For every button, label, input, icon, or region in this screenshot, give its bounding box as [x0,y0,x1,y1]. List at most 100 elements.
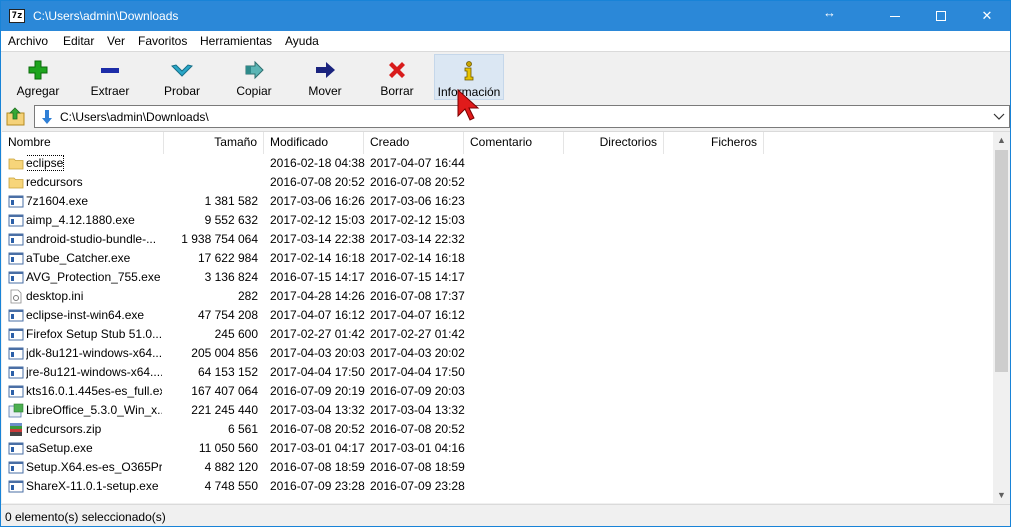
add-button[interactable]: Agregar [3,54,73,100]
file-size: 4 748 550 [204,479,258,493]
column-created[interactable]: Creado [364,132,464,154]
file-name: desktop.ini [26,289,84,303]
file-name: LibreOffice_5.3.0_Win_x... [26,403,162,417]
file-row[interactable]: Setup.X64.es-es_O365Pr... 4 882 120 2016-0… [2,458,994,477]
address-bar: C:\Users\admin\Downloads\ [1,104,1010,129]
scroll-thumb[interactable] [995,150,1008,372]
move-button[interactable]: Mover [290,54,360,100]
menu-herramientas[interactable]: Herramientas [200,34,272,48]
file-size: 6 561 [227,422,258,436]
file-row[interactable]: android-studio-bundle-... 1 938 754 064 20… [2,230,994,249]
file-name: android-studio-bundle-... [26,232,157,246]
file-name: Setup.X64.es-es_O365Pr... [26,460,162,474]
folder-icon [8,156,24,171]
maximize-button[interactable] [918,1,964,31]
extract-label: Extraer [90,84,130,98]
download-arrow-icon [42,110,52,124]
file-modified: 2017-04-07 16:12 [270,308,365,322]
file-size: 282 [237,289,258,303]
executable-icon [8,270,24,285]
file-created: 2017-02-12 15:03 [370,213,465,227]
file-modified: 2016-07-15 14:17 [270,270,365,284]
app-window: 7z C:\Users\admin\Downloads ↔ ✕ Archivo … [0,0,1011,527]
close-icon: ✕ [981,8,993,23]
file-size: 3 136 824 [204,270,258,284]
menu-ayuda[interactable]: Ayuda [285,34,319,48]
file-modified: 2017-03-14 22:38 [270,232,365,246]
add-label: Agregar [16,84,60,98]
path-input[interactable]: C:\Users\admin\Downloads\ [34,105,1010,128]
file-row[interactable]: Firefox Setup Stub 51.0.... 245 600 2017-0… [2,325,994,344]
column-modified[interactable]: Modificado [264,132,364,154]
status-text: 0 elemento(s) seleccionado(s) [5,510,166,524]
column-name[interactable]: Nombre [2,132,164,154]
minimize-button[interactable] [872,1,918,31]
file-modified: 2016-02-18 04:38 [270,156,365,170]
file-row[interactable]: jre-8u121-windows-x64.... 64 153 152 2017-… [2,363,994,382]
file-name: AVG_Protection_755.exe [26,270,161,284]
folder-icon [8,175,24,190]
file-modified: 2016-07-09 23:28 [270,479,365,493]
file-size [164,173,258,192]
file-row[interactable]: saSetup.exe 11 050 560 2017-03-01 04:17 201… [2,439,994,458]
file-modified: 2017-03-06 16:26 [270,194,365,208]
file-size: 221 245 440 [191,403,258,417]
copy-button[interactable]: Copiar [219,54,289,100]
folder-up-icon[interactable] [5,106,27,127]
file-modified: 2017-02-12 15:03 [270,213,365,227]
file-name: kts16.0.1.445es-es_full.exe [26,384,162,398]
file-row[interactable]: redcursors 2016-07-08 20:52 2016-07-08 20:… [2,173,994,192]
file-row[interactable]: eclipse 2016-02-18 04:38 2017-04-07 16:44 [2,154,994,173]
file-row[interactable]: jdk-8u121-windows-x64.... 205 004 856 2017… [2,344,994,363]
delete-button[interactable]: Borrar [362,54,432,100]
file-row[interactable]: AVG_Protection_755.exe 3 136 824 2016-07-1… [2,268,994,287]
file-modified: 2017-02-14 16:18 [270,251,365,265]
file-name: redcursors [26,175,83,189]
test-button[interactable]: Probar [147,54,217,100]
file-created: 2017-04-07 16:44 [370,156,465,170]
menu-archivo[interactable]: Archivo [8,34,48,48]
vertical-scrollbar[interactable]: ▲ ▼ [993,132,1010,503]
executable-icon [8,308,24,323]
scroll-down-icon[interactable]: ▼ [993,487,1010,503]
file-modified: 2017-03-01 04:17 [270,441,365,455]
file-created: 2017-03-01 04:16 [370,441,465,455]
minus-icon [101,68,119,73]
executable-icon [8,213,24,228]
file-row[interactable]: 7z1604.exe 1 381 582 2017-03-06 16:26 2017-… [2,192,994,211]
file-created: 2017-04-07 16:12 [370,308,465,322]
column-files[interactable]: Ficheros [664,132,764,154]
file-row[interactable]: LibreOffice_5.3.0_Win_x... 221 245 440 201… [2,401,994,420]
app-7z-icon[interactable]: 7z [9,9,25,23]
column-folders[interactable]: Directorios [564,132,664,154]
file-row[interactable]: eclipse-inst-win64.exe 47 754 208 2017-04-… [2,306,994,325]
file-row[interactable]: redcursors.zip 6 561 2016-07-08 20:52 2016-… [2,420,994,439]
file-modified: 2016-07-08 20:52 [270,175,365,189]
file-row[interactable]: kts16.0.1.445es-es_full.exe 167 407 064 20… [2,382,994,401]
file-row[interactable]: aimp_4.12.1880.exe 9 552 632 2017-02-12 15… [2,211,994,230]
file-size: 64 153 152 [197,365,258,379]
menu-editar[interactable]: Editar [63,34,94,48]
file-list[interactable]: Nombre Tamaño Modificado Creado Comentar… [2,131,1010,503]
menu-ver[interactable]: Ver [107,34,125,48]
menu-bar: Archivo Editar Ver Favoritos Herramienta… [1,31,1010,51]
toolbar: Agregar Extraer Probar Copiar Mover Borr… [1,51,1010,102]
chevron-down-icon[interactable] [993,109,1005,123]
file-row[interactable]: aTube_Catcher.exe 17 622 984 2017-02-14 16… [2,249,994,268]
executable-icon [8,479,24,494]
file-row[interactable]: desktop.ini 282 2017-04-28 14:26 2016-07-08… [2,287,994,306]
column-comment[interactable]: Comentario [464,132,564,154]
scroll-up-icon[interactable]: ▲ [993,132,1010,149]
column-size[interactable]: Tamaño [164,132,264,154]
menu-favoritos[interactable]: Favoritos [138,34,187,48]
title-bar[interactable]: 7z C:\Users\admin\Downloads ↔ ✕ [1,1,1010,31]
file-modified: 2017-02-27 01:42 [270,327,365,341]
file-size: 47 754 208 [197,308,258,322]
delete-label: Borrar [380,84,414,98]
mouse-cursor-icon [457,88,480,121]
close-button[interactable]: ✕ [964,1,1010,31]
extract-button[interactable]: Extraer [75,54,145,100]
file-row[interactable]: ShareX-11.0.1-setup.exe 4 748 550 2016-07-… [2,477,994,496]
file-modified: 2017-04-28 14:26 [270,289,365,303]
file-size: 245 600 [214,327,258,341]
